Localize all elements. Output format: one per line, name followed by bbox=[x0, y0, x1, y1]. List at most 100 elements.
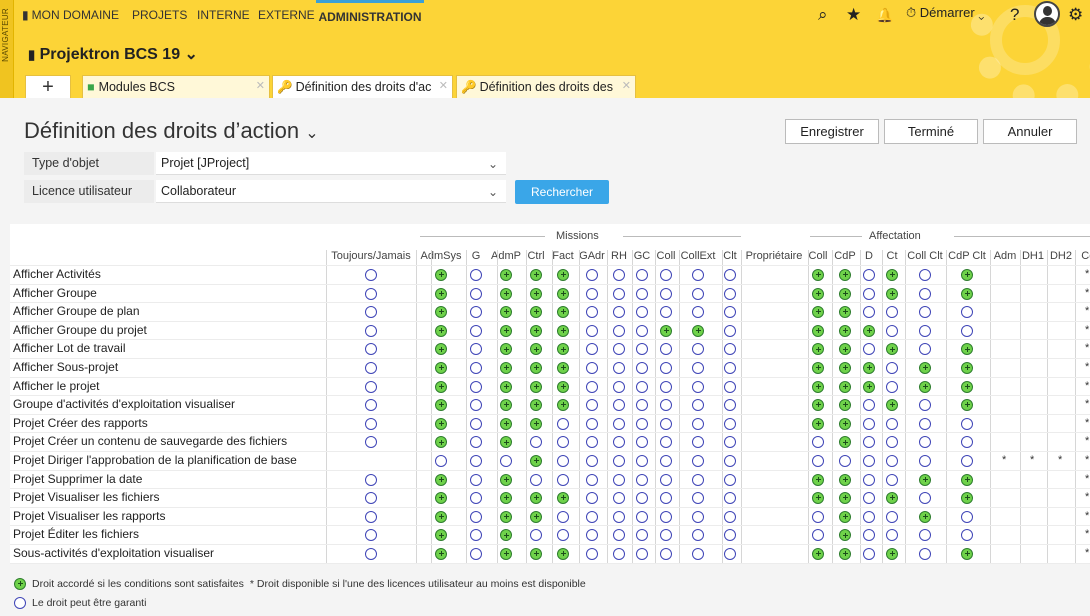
can-grant-icon[interactable] bbox=[557, 510, 569, 523]
can-grant-icon[interactable] bbox=[886, 529, 898, 542]
granted-icon[interactable] bbox=[530, 306, 542, 319]
granted-icon[interactable] bbox=[961, 548, 973, 560]
can-grant-icon[interactable] bbox=[636, 473, 648, 486]
granted-icon[interactable] bbox=[435, 417, 447, 430]
granted-icon[interactable] bbox=[812, 306, 824, 319]
menu-interne[interactable]: INTERNE bbox=[197, 0, 250, 30]
granted-icon[interactable] bbox=[863, 362, 875, 374]
can-grant-icon[interactable] bbox=[470, 287, 482, 300]
granted-icon[interactable] bbox=[812, 399, 824, 412]
granted-icon[interactable] bbox=[886, 399, 898, 412]
can-grant-icon[interactable] bbox=[863, 455, 875, 467]
can-grant-icon[interactable] bbox=[613, 473, 625, 486]
can-grant-icon[interactable] bbox=[961, 529, 973, 542]
can-grant-icon[interactable] bbox=[557, 473, 569, 486]
granted-icon[interactable] bbox=[500, 548, 512, 560]
can-grant-icon[interactable] bbox=[692, 269, 704, 281]
can-grant-icon[interactable] bbox=[692, 492, 704, 505]
can-grant-icon[interactable] bbox=[863, 529, 875, 542]
can-grant-icon[interactable] bbox=[586, 269, 598, 281]
can-grant-icon[interactable] bbox=[636, 529, 648, 542]
start-menu[interactable]: ⏱ Démarrer ⌄ bbox=[906, 5, 984, 21]
can-grant-icon[interactable] bbox=[365, 529, 377, 542]
granted-icon[interactable] bbox=[530, 287, 542, 300]
can-grant-icon[interactable] bbox=[470, 399, 482, 412]
granted-icon[interactable] bbox=[919, 362, 931, 374]
can-grant-icon[interactable] bbox=[919, 548, 931, 560]
can-grant-icon[interactable] bbox=[470, 436, 482, 449]
can-grant-icon[interactable] bbox=[586, 362, 598, 374]
granted-icon[interactable] bbox=[530, 510, 542, 523]
granted-icon[interactable] bbox=[500, 529, 512, 542]
can-grant-icon[interactable] bbox=[660, 287, 672, 300]
granted-icon[interactable] bbox=[863, 380, 875, 393]
can-grant-icon[interactable] bbox=[919, 492, 931, 505]
tab-modules-bcs[interactable]: ■ Modules BCS ✕ bbox=[82, 75, 270, 98]
can-grant-icon[interactable] bbox=[724, 417, 736, 430]
granted-icon[interactable] bbox=[500, 473, 512, 486]
can-grant-icon[interactable] bbox=[613, 492, 625, 505]
can-grant-icon[interactable] bbox=[365, 510, 377, 523]
can-grant-icon[interactable] bbox=[636, 548, 648, 560]
can-grant-icon[interactable] bbox=[613, 306, 625, 319]
can-grant-icon[interactable] bbox=[961, 436, 973, 449]
can-grant-icon[interactable] bbox=[613, 455, 625, 467]
can-grant-icon[interactable] bbox=[365, 436, 377, 449]
can-grant-icon[interactable] bbox=[660, 492, 672, 505]
can-grant-icon[interactable] bbox=[586, 380, 598, 393]
search-button[interactable]: Rechercher bbox=[515, 180, 609, 204]
granted-icon[interactable] bbox=[961, 473, 973, 486]
can-grant-icon[interactable] bbox=[470, 306, 482, 319]
can-grant-icon[interactable] bbox=[660, 510, 672, 523]
can-grant-icon[interactable] bbox=[586, 473, 598, 486]
can-grant-icon[interactable] bbox=[365, 417, 377, 430]
can-grant-icon[interactable] bbox=[863, 436, 875, 449]
granted-icon[interactable] bbox=[839, 473, 851, 486]
can-grant-icon[interactable] bbox=[636, 269, 648, 281]
granted-icon[interactable] bbox=[530, 399, 542, 412]
granted-icon[interactable] bbox=[557, 492, 569, 505]
can-grant-icon[interactable] bbox=[863, 269, 875, 281]
granted-icon[interactable] bbox=[839, 324, 851, 337]
can-grant-icon[interactable] bbox=[886, 510, 898, 523]
can-grant-icon[interactable] bbox=[586, 548, 598, 560]
granted-icon[interactable] bbox=[530, 362, 542, 374]
can-grant-icon[interactable] bbox=[724, 269, 736, 281]
can-grant-icon[interactable] bbox=[692, 362, 704, 374]
close-icon[interactable]: ✕ bbox=[622, 79, 631, 92]
can-grant-icon[interactable] bbox=[613, 510, 625, 523]
can-grant-icon[interactable] bbox=[724, 362, 736, 374]
can-grant-icon[interactable] bbox=[692, 380, 704, 393]
granted-icon[interactable] bbox=[961, 269, 973, 281]
granted-icon[interactable] bbox=[435, 306, 447, 319]
can-grant-icon[interactable] bbox=[660, 306, 672, 319]
granted-icon[interactable] bbox=[557, 269, 569, 281]
can-grant-icon[interactable] bbox=[613, 436, 625, 449]
can-grant-icon[interactable] bbox=[839, 455, 851, 467]
granted-icon[interactable] bbox=[435, 473, 447, 486]
granted-icon[interactable] bbox=[557, 343, 569, 356]
can-grant-icon[interactable] bbox=[613, 529, 625, 542]
can-grant-icon[interactable] bbox=[586, 306, 598, 319]
can-grant-icon[interactable] bbox=[557, 455, 569, 467]
granted-icon[interactable] bbox=[435, 287, 447, 300]
can-grant-icon[interactable] bbox=[919, 287, 931, 300]
granted-icon[interactable] bbox=[961, 362, 973, 374]
can-grant-icon[interactable] bbox=[919, 324, 931, 337]
can-grant-icon[interactable] bbox=[530, 436, 542, 449]
can-grant-icon[interactable] bbox=[660, 343, 672, 356]
granted-icon[interactable] bbox=[660, 324, 672, 337]
can-grant-icon[interactable] bbox=[863, 343, 875, 356]
can-grant-icon[interactable] bbox=[470, 362, 482, 374]
can-grant-icon[interactable] bbox=[660, 399, 672, 412]
can-grant-icon[interactable] bbox=[586, 399, 598, 412]
granted-icon[interactable] bbox=[435, 269, 447, 281]
close-icon[interactable]: ✕ bbox=[439, 79, 448, 92]
navigator-toggle[interactable]: NAVIGATEUR bbox=[0, 0, 14, 98]
can-grant-icon[interactable] bbox=[636, 324, 648, 337]
can-grant-icon[interactable] bbox=[365, 399, 377, 412]
granted-icon[interactable] bbox=[435, 399, 447, 412]
can-grant-icon[interactable] bbox=[886, 473, 898, 486]
granted-icon[interactable] bbox=[530, 343, 542, 356]
can-grant-icon[interactable] bbox=[586, 417, 598, 430]
